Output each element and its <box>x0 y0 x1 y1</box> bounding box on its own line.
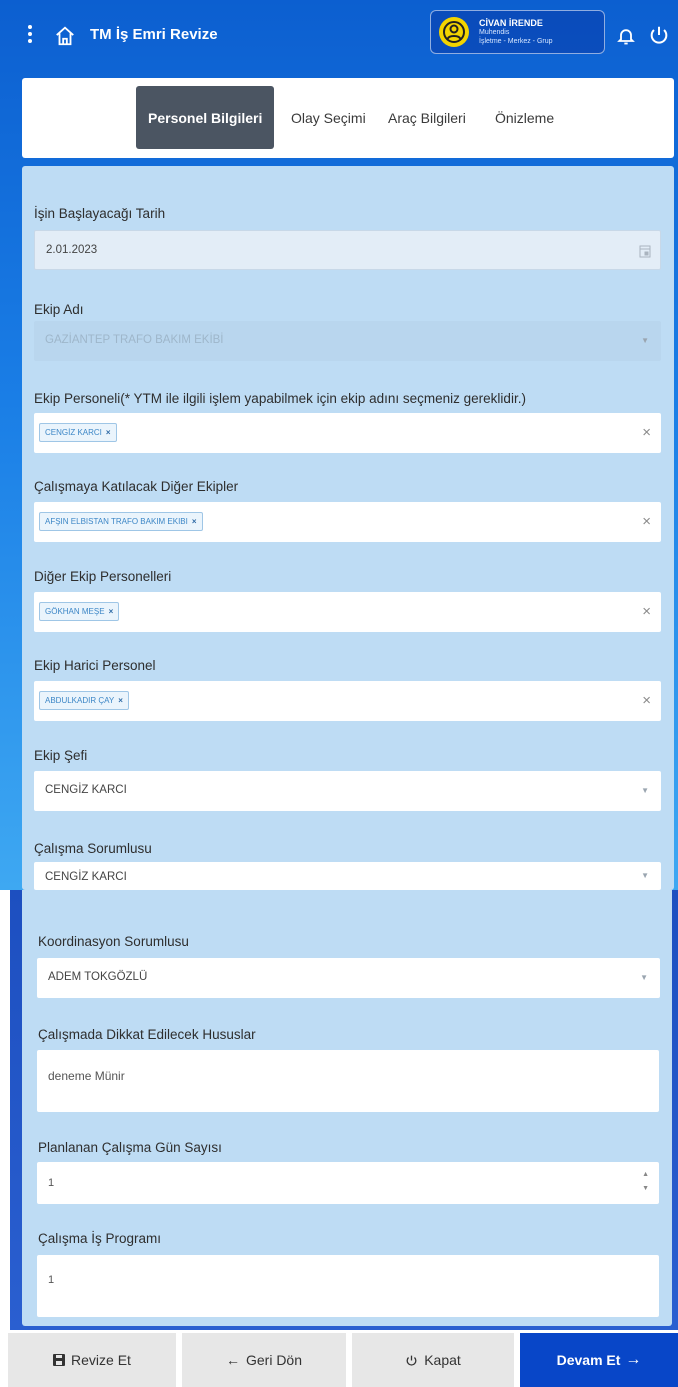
user-org: İşletme - Merkez - Grup <box>479 38 553 45</box>
start-date-value: 2.01.2023 <box>46 244 98 256</box>
personnel-form: İşin Başlayacağı Tarih 2.01.2023 Ekip Ad… <box>22 166 674 890</box>
tab-onizleme[interactable]: Önizleme <box>495 78 554 158</box>
team-name-label: Ekip Adı <box>34 302 84 317</box>
back-button[interactable]: ← Geri Dön <box>182 1333 346 1387</box>
user-name: CİVAN İRENDE <box>479 18 543 28</box>
remove-tag-icon[interactable]: × <box>109 607 114 616</box>
notes-textarea[interactable]: deneme Münir <box>37 1050 659 1112</box>
work-program-value: 1 <box>48 1274 55 1286</box>
home-icon[interactable] <box>54 25 76 47</box>
chevron-down-icon: ▼ <box>641 871 649 880</box>
remove-tag-icon[interactable]: × <box>118 696 123 705</box>
work-responsible-value: CENGİZ KARCI <box>45 871 127 883</box>
chevron-down-icon: ▼ <box>641 786 649 795</box>
work-responsible-label: Çalışma Sorumlusu <box>34 841 152 856</box>
chevron-down-icon: ▼ <box>641 336 649 345</box>
external-staff-tag: ABDULKADIR ÇAY × <box>39 691 129 710</box>
tag-label: ABDULKADIR ÇAY <box>45 696 115 705</box>
power-icon[interactable] <box>648 24 670 46</box>
bell-icon[interactable] <box>616 26 636 46</box>
chevron-down-icon: ▼ <box>640 973 648 982</box>
save-icon <box>53 1354 66 1366</box>
clear-icon[interactable]: × <box>642 692 651 709</box>
remove-tag-icon[interactable]: × <box>192 517 197 526</box>
user-profile-box[interactable]: CİVAN İRENDE Muhendis İşletme - Merkez -… <box>430 10 605 54</box>
number-spinner[interactable]: ▲ ▼ <box>642 1168 649 1196</box>
personnel-form-continued: Koordinasyon Sorumlusu ADEM TOKGÖZLÜ ▼ Ç… <box>22 890 672 1326</box>
team-staff-multiselect[interactable]: CENGİZ KARCI × × <box>34 413 661 453</box>
close-button[interactable]: Kapat <box>352 1333 514 1387</box>
calendar-icon[interactable] <box>639 244 651 258</box>
clear-icon[interactable]: × <box>642 424 651 441</box>
tag-label: CENGİZ KARCI <box>45 428 102 437</box>
wizard-tabs: Personel Bilgileri Olay Seçimi Araç Bilg… <box>22 78 674 158</box>
arrow-right-icon: → <box>625 1351 642 1368</box>
tab-arac-bilgileri[interactable]: Araç Bilgileri <box>388 78 466 158</box>
app-title: TM İş Emri Revize <box>90 26 218 43</box>
planned-days-value: 1 <box>48 1177 55 1189</box>
external-staff-label: Ekip Harici Personel <box>34 658 156 673</box>
other-teams-label: Çalışmaya Katılacak Diğer Ekipler <box>34 479 239 494</box>
tag-label: AFŞIN ELBISTAN TRAFO BAKIM EKIBI <box>45 517 188 526</box>
revise-button-label: Revize Et <box>71 1352 131 1368</box>
power-off-icon <box>406 1355 417 1366</box>
planned-days-input[interactable]: 1 ▲ ▼ <box>37 1162 659 1204</box>
team-chief-value: CENGİZ KARCI <box>45 784 127 796</box>
team-staff-tag: CENGİZ KARCI × <box>39 423 117 442</box>
coordination-responsible-select[interactable]: ADEM TOKGÖZLÜ ▼ <box>37 958 660 998</box>
close-button-label: Kapat <box>424 1352 461 1368</box>
other-teams-tag: AFŞIN ELBISTAN TRAFO BAKIM EKIBI × <box>39 512 203 531</box>
work-responsible-select[interactable]: CENGİZ KARCI ▼ <box>34 862 661 890</box>
team-staff-label: Ekip Personeli(* YTM ile ilgili işlem ya… <box>34 391 526 406</box>
coordination-responsible-value: ADEM TOKGÖZLÜ <box>48 971 148 983</box>
user-avatar-icon <box>439 17 469 47</box>
remove-tag-icon[interactable]: × <box>106 428 111 437</box>
notes-value: deneme Münir <box>48 1069 125 1083</box>
kebab-menu-icon[interactable] <box>24 22 36 48</box>
clear-icon[interactable]: × <box>642 603 651 620</box>
planned-days-label: Planlanan Çalışma Gün Sayısı <box>38 1140 222 1155</box>
tab-personel-bilgileri[interactable]: Personel Bilgileri <box>136 86 275 149</box>
notes-label: Çalışmada Dikkat Edilecek Hususlar <box>38 1027 256 1042</box>
external-staff-multiselect[interactable]: ABDULKADIR ÇAY × × <box>34 681 661 721</box>
other-team-staff-tag: GÖKHAN MEŞE × <box>39 602 120 621</box>
continue-button-label: Devam Et <box>556 1352 621 1368</box>
other-teams-multiselect[interactable]: AFŞIN ELBISTAN TRAFO BAKIM EKIBI × × <box>34 502 661 542</box>
back-button-label: Geri Dön <box>245 1352 303 1368</box>
other-team-staff-label: Diğer Ekip Personelleri <box>34 569 172 584</box>
start-date-label: İşin Başlayacağı Tarih <box>34 206 166 221</box>
team-chief-label: Ekip Şefi <box>34 748 88 763</box>
work-program-textarea[interactable]: 1 <box>37 1255 659 1317</box>
team-name-value: GAZİANTEP TRAFO BAKIM EKİBİ <box>45 334 224 346</box>
continue-button[interactable]: Devam Et → <box>520 1333 678 1387</box>
clear-icon[interactable]: × <box>642 513 651 530</box>
start-date-field[interactable]: 2.01.2023 <box>34 230 661 270</box>
other-team-staff-multiselect[interactable]: GÖKHAN MEŞE × × <box>34 592 661 632</box>
team-name-select: GAZİANTEP TRAFO BAKIM EKİBİ ▼ <box>34 321 661 361</box>
work-program-label: Çalışma İş Programı <box>38 1231 162 1246</box>
user-role: Muhendis <box>479 29 510 36</box>
bottom-action-bar: Revize Et ← Geri Dön Kapat Devam Et → <box>0 1330 678 1387</box>
revise-button[interactable]: Revize Et <box>8 1333 176 1387</box>
tag-label: GÖKHAN MEŞE <box>45 607 105 616</box>
coordination-responsible-label: Koordinasyon Sorumlusu <box>38 934 189 949</box>
arrow-left-icon: ← <box>225 1352 240 1368</box>
app-header: TM İş Emri Revize CİVAN İRENDE Muhendis … <box>0 0 678 72</box>
tab-olay-secimi[interactable]: Olay Seçimi <box>291 78 366 158</box>
team-chief-select[interactable]: CENGİZ KARCI ▼ <box>34 771 661 811</box>
